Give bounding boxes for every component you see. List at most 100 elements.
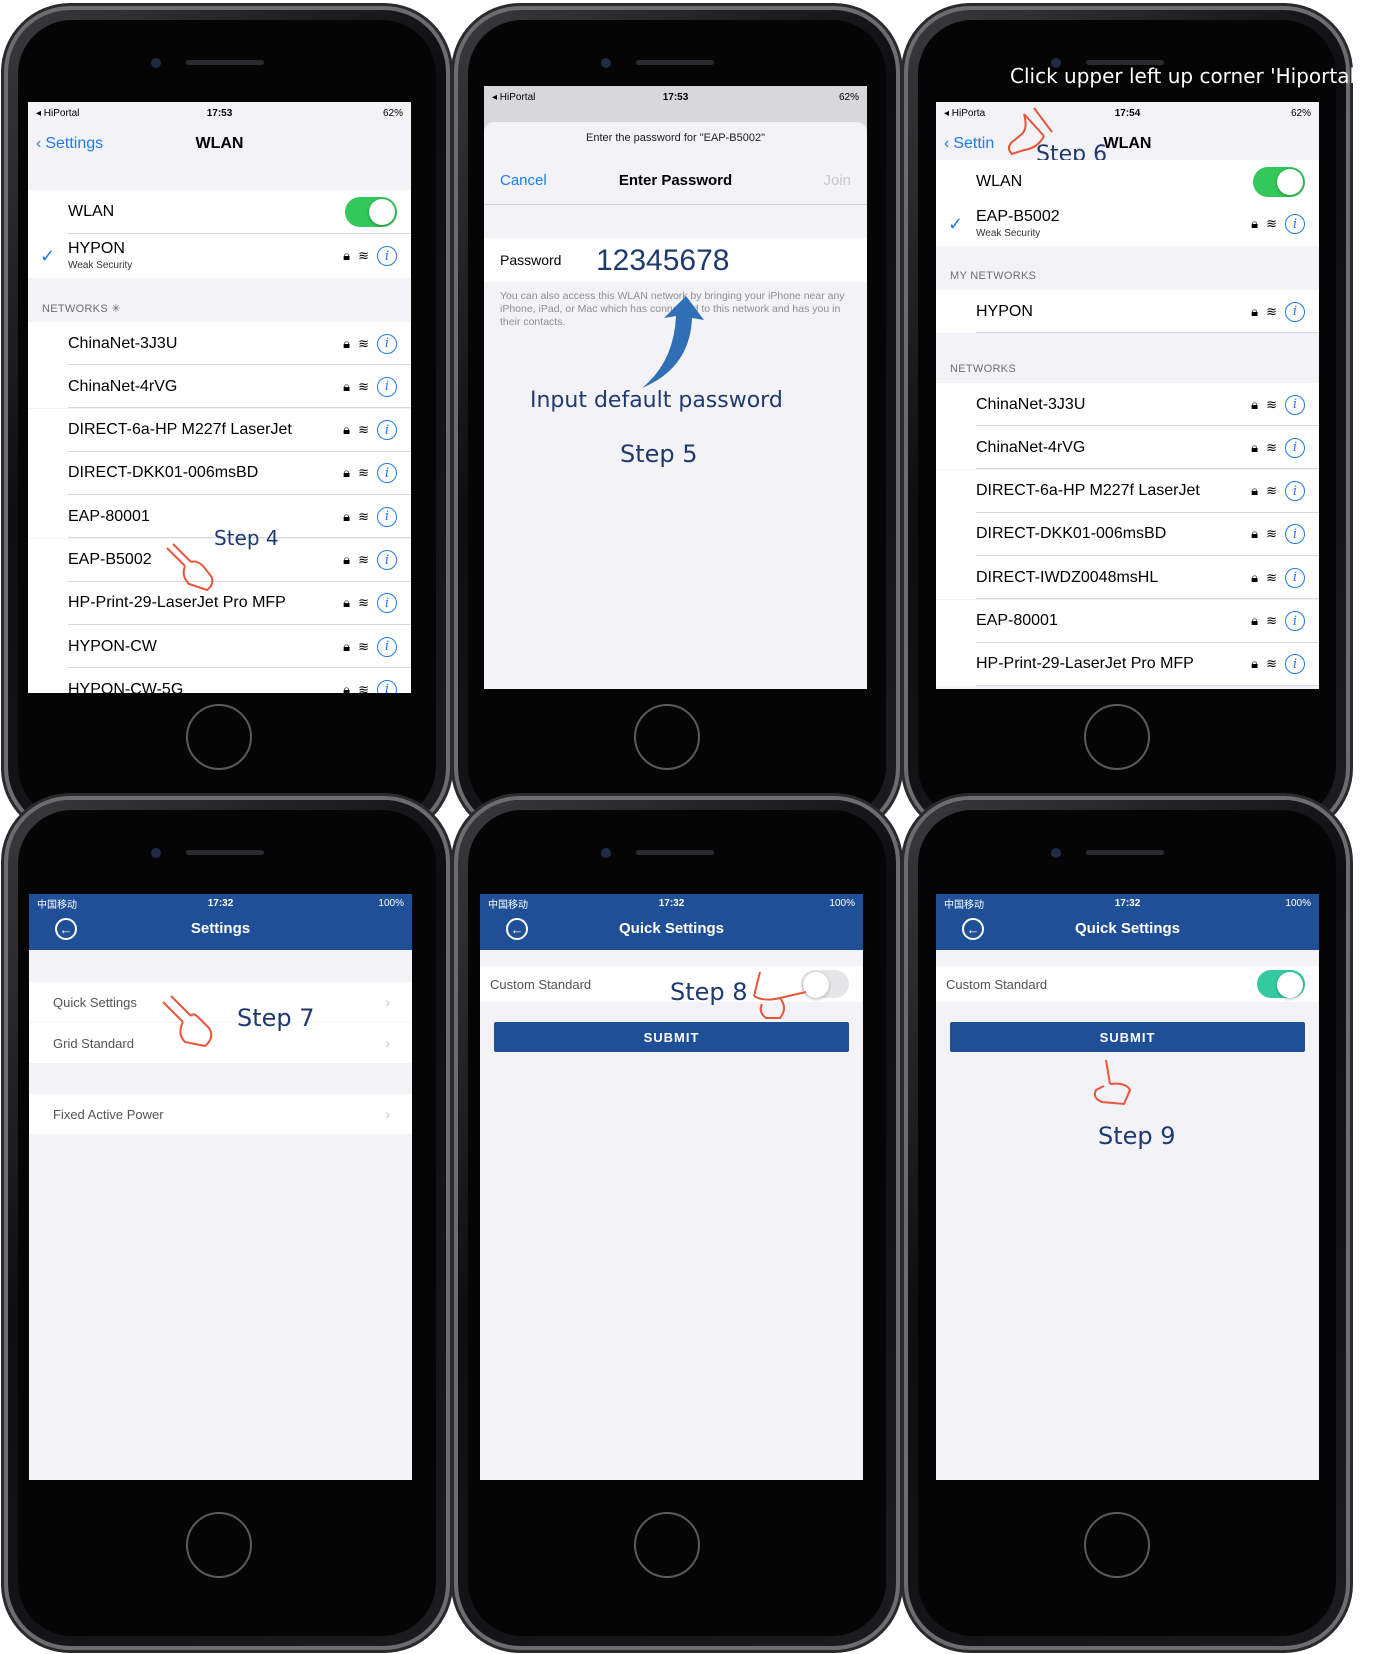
network-name: EAP-80001 [68, 507, 150, 525]
lock-icon: 🔒︎ [1251, 303, 1259, 319]
network-row[interactable]: ChinaNet-4rVG 🔒︎ ≋ i [28, 365, 411, 409]
network-row[interactable]: DIRECT-DKK01-006msBD 🔒︎ ≋ i [28, 451, 411, 495]
network-name: HP-Print-29-LaserJet Pro MFP [976, 655, 1194, 673]
info-icon[interactable]: i [377, 506, 397, 527]
info-icon[interactable]: i [1285, 611, 1305, 631]
step-label: Step 5 [620, 440, 698, 468]
lock-icon: 🔒︎ [1251, 396, 1259, 412]
back-button[interactable]: ‹ Settin [944, 135, 994, 153]
info-icon[interactable]: i [377, 463, 397, 484]
home-button[interactable] [186, 1512, 252, 1578]
network-row[interactable]: ChinaNet-3J3U 🔒︎ ≋ i [936, 383, 1319, 426]
back-button[interactable]: ‹ Settings [36, 135, 103, 153]
network-row[interactable]: ChinaNet-3J3U 🔒︎ ≋ i [28, 322, 411, 365]
step-label: Step 8 [670, 978, 748, 1006]
home-button[interactable] [634, 704, 700, 770]
wifi-icon: ≋ [1266, 216, 1277, 231]
network-row[interactable]: DIRECT-6a-HP M227f LaserJet 🔒︎ ≋ i [28, 408, 411, 452]
custom-standard-toggle[interactable] [1257, 970, 1305, 998]
camera [151, 58, 161, 68]
network-name: EAP-B5002 [68, 551, 152, 568]
wifi-icon: ≋ [1266, 569, 1277, 585]
info-icon[interactable]: i [1285, 437, 1305, 458]
nav-bar: ‹ Settin WLAN [936, 124, 1319, 164]
info-icon[interactable]: i [377, 333, 397, 354]
network-row[interactable]: HYPON-CW-5G 🔒︎ ≋ i [28, 668, 411, 693]
info-icon[interactable]: i [377, 679, 397, 693]
info-icon[interactable]: i [377, 550, 397, 570]
info-icon[interactable]: i [1285, 481, 1305, 502]
nav-bar: ‹ Settings WLAN [28, 124, 411, 164]
info-icon[interactable]: i [1285, 524, 1305, 545]
network-row[interactable]: DIRECT-DKK01-006msBD 🔒︎ ≋ i [936, 512, 1319, 556]
wlan-toggle[interactable] [345, 197, 397, 227]
network-row[interactable]: DIRECT-IWDZ0048msHL 🔒︎ ≋ i [936, 556, 1319, 600]
info-icon[interactable]: i [1285, 567, 1305, 588]
app-header: 中国移动 17:32 100% ← Settings [29, 894, 412, 950]
pointing-hand-icon [1008, 107, 1053, 156]
wifi-icon: ≋ [1266, 303, 1277, 319]
info-icon[interactable]: i [1285, 394, 1305, 415]
network-row[interactable]: HP-Print-29-LaserJet Pro MFP 🔒︎ ≋ i [936, 642, 1319, 686]
lock-icon: 🔒︎ [343, 335, 351, 351]
home-button[interactable] [186, 704, 252, 770]
lock-icon: 🔒︎ [343, 638, 351, 654]
info-icon[interactable]: i [1285, 301, 1305, 322]
info-icon[interactable]: i [377, 246, 397, 266]
spinner-icon: ✳ [111, 303, 121, 315]
wifi-icon: ≋ [358, 508, 369, 524]
network-row[interactable]: HYPON 🔒︎ ≋ i [936, 290, 1319, 333]
wifi-icon: ≋ [1266, 439, 1277, 455]
home-button[interactable] [1084, 704, 1150, 770]
step-label: Step 7 [237, 1004, 315, 1032]
network-name: HYPON-CW-5G [68, 680, 184, 693]
chevron-left-icon: ‹ [36, 135, 42, 152]
pointing-hand-icon [162, 995, 213, 1048]
network-row[interactable]: DIRECT-6a-HP M227f LaserJet 🔒︎ ≋ i [936, 469, 1319, 513]
info-icon[interactable]: i [377, 593, 397, 614]
network-row[interactable]: EAP-80001 🔒︎ ≋ i [936, 599, 1319, 643]
network-name: DIRECT-DKK01-006msBD [976, 525, 1167, 543]
join-button[interactable]: Join [823, 172, 851, 189]
password-input[interactable]: 12345678 [596, 244, 729, 278]
network-name: ChinaNet-4rVG [68, 377, 178, 395]
page-title: WLAN [195, 135, 244, 152]
step-label: Step 9 [1098, 1122, 1176, 1150]
wlan-toggle[interactable] [1253, 167, 1305, 197]
pointing-hand-icon [166, 543, 214, 592]
network-name: ChinaNet-3J3U [68, 334, 178, 352]
password-sheet: Enter the password for "EAP-B5002" Cance… [484, 122, 867, 689]
info-icon[interactable]: i [377, 420, 397, 441]
info-icon[interactable]: i [1285, 654, 1305, 675]
home-button[interactable] [634, 1512, 700, 1578]
home-button[interactable] [1084, 1512, 1150, 1578]
connected-network-row[interactable]: ✓ EAP-B5002 Weak Security 🔒︎ ≋ i [936, 202, 1319, 246]
submit-button[interactable]: SUBMIT [494, 1022, 849, 1052]
network-row[interactable]: ChinaNet-4rVG 🔒︎ ≋ i [936, 426, 1319, 470]
network-name: DIRECT-6a-HP M227f LaserJet [976, 482, 1200, 500]
fixed-active-power-row[interactable]: Fixed Active Power › [29, 1094, 412, 1134]
networks-header: NETWORKS ✳ [42, 303, 121, 315]
wifi-icon: ≋ [358, 638, 369, 654]
pointing-hand-icon [753, 971, 807, 1019]
arrow-up-icon [642, 296, 704, 388]
wifi-icon: ≋ [1266, 526, 1277, 542]
info-icon[interactable]: i [1285, 214, 1305, 234]
lock-icon: 🔒︎ [343, 248, 351, 263]
connected-network-row[interactable]: ✓ HYPON Weak Security 🔒︎ ≋ i [28, 234, 411, 278]
wlan-toggle-row: WLAN [28, 190, 411, 234]
network-name: ChinaNet-4rVG [976, 438, 1086, 456]
wifi-icon: ≋ [1266, 483, 1277, 499]
lock-icon: 🔒︎ [1251, 613, 1259, 628]
password-row: Password 12345678 [484, 238, 867, 282]
info-icon[interactable]: i [377, 376, 397, 397]
app-header: 中国移动 17:32 100% ← Quick Settings [936, 894, 1319, 950]
info-icon[interactable]: i [377, 636, 397, 657]
lock-icon: 🔒︎ [1251, 216, 1259, 231]
status-bar: ◂ HiPortal 17:53 62% [36, 107, 403, 119]
network-row[interactable]: HYPON-CW 🔒︎ ≋ i [28, 625, 411, 669]
network-name: ChinaNet-3J3U [976, 395, 1086, 413]
submit-button[interactable]: SUBMIT [950, 1022, 1305, 1052]
status-bar: 中国移动 17:32 100% [944, 897, 1311, 911]
network-name: DIRECT-6a-HP M227f LaserJet [68, 421, 292, 439]
